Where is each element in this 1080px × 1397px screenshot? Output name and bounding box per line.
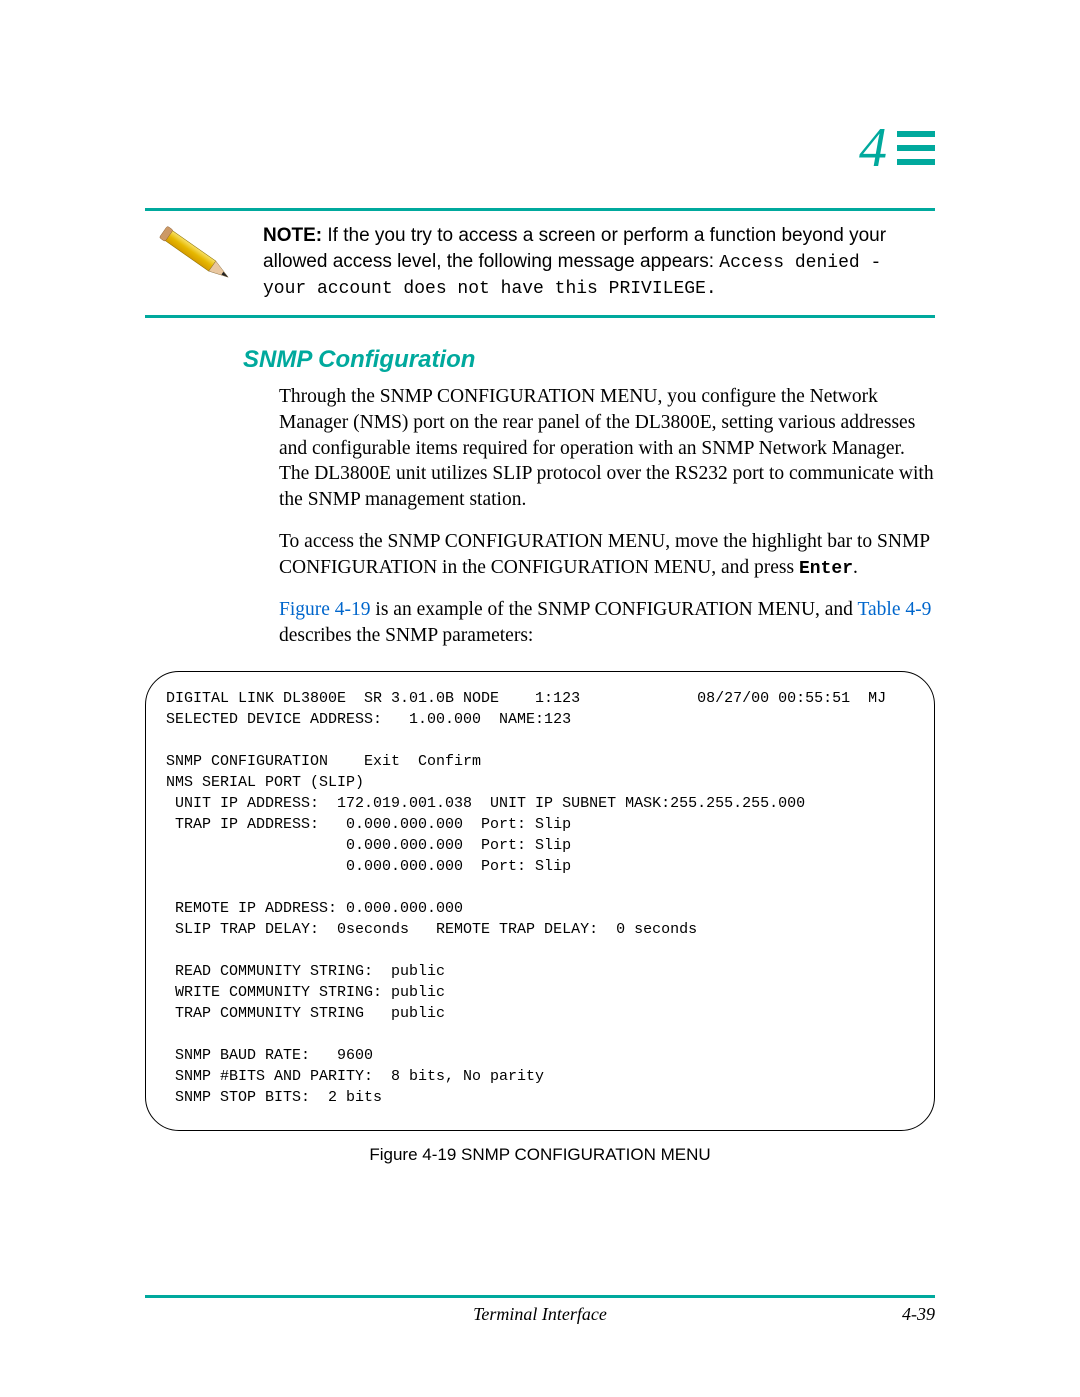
t-line: NMS SERIAL PORT (SLIP) xyxy=(166,774,364,791)
p3-text-b: is an example of the SNMP CONFIGURATION … xyxy=(371,599,858,620)
page-footer: Terminal Interface 4-39 xyxy=(145,1295,935,1325)
chapter-bars-icon xyxy=(897,131,935,165)
t-line: SNMP CONFIGURATION Exit Confirm xyxy=(166,753,481,770)
t-line: SELECTED DEVICE ADDRESS: 1.00.000 NAME:1… xyxy=(166,711,571,728)
footer-rule xyxy=(145,1295,935,1298)
t-line: WRITE COMMUNITY STRING: public xyxy=(166,984,445,1001)
table-ref-link[interactable]: Table 4-9 xyxy=(857,599,931,620)
t-line: SNMP STOP BITS: 2 bits xyxy=(166,1089,382,1106)
pencil-icon xyxy=(145,223,239,290)
t-line: TRAP COMMUNITY STRING public xyxy=(166,1005,445,1022)
note-text: NOTE: If the you try to access a screen … xyxy=(263,223,935,301)
t-line: TRAP IP ADDRESS: 0.000.000.000 Port: Sli… xyxy=(166,816,571,833)
t-line: 0.000.000.000 Port: Slip xyxy=(166,858,571,875)
t-line: SNMP BAUD RATE: 9600 xyxy=(166,1047,373,1064)
note-block: NOTE: If the you try to access a screen … xyxy=(145,208,935,318)
footer-page-number: 4-39 xyxy=(855,1304,935,1325)
footer-title: Terminal Interface xyxy=(225,1304,855,1325)
paragraph-2: To access the SNMP CONFIGURATION MENU, m… xyxy=(279,529,935,581)
t-line: SNMP #BITS AND PARITY: 8 bits, No parity xyxy=(166,1068,544,1085)
t-line: DIGITAL LINK DL3800E SR 3.01.0B NODE 1:1… xyxy=(166,690,886,707)
t-line: REMOTE IP ADDRESS: 0.000.000.000 xyxy=(166,900,463,917)
t-line: SLIP TRAP DELAY: 0seconds REMOTE TRAP DE… xyxy=(166,921,697,938)
t-line: 0.000.000.000 Port: Slip xyxy=(166,837,571,854)
page: 4 xyxy=(0,0,1080,1397)
terminal-screenshot: DIGITAL LINK DL3800E SR 3.01.0B NODE 1:1… xyxy=(145,671,935,1131)
body-text: Through the SNMP CONFIGURATION MENU, you… xyxy=(279,384,935,649)
t-line: UNIT IP ADDRESS: 172.019.001.038 UNIT IP… xyxy=(166,795,805,812)
figure-ref-link[interactable]: Figure 4-19 xyxy=(279,599,371,620)
paragraph-3: Figure 4-19 is an example of the SNMP CO… xyxy=(279,597,935,648)
note-label: NOTE: xyxy=(263,225,322,246)
t-line: READ COMMUNITY STRING: public xyxy=(166,963,445,980)
chapter-number: 4 xyxy=(859,120,887,176)
p2-text-b: . xyxy=(853,557,858,578)
chapter-mark: 4 xyxy=(859,120,935,176)
p2-enter: Enter xyxy=(799,559,853,579)
p3-text-d: describes the SNMP parameters: xyxy=(279,625,533,646)
paragraph-1: Through the SNMP CONFIGURATION MENU, you… xyxy=(279,384,935,513)
figure-caption: Figure 4-19 SNMP CONFIGURATION MENU xyxy=(145,1145,935,1165)
section-title: SNMP Configuration xyxy=(243,346,935,374)
